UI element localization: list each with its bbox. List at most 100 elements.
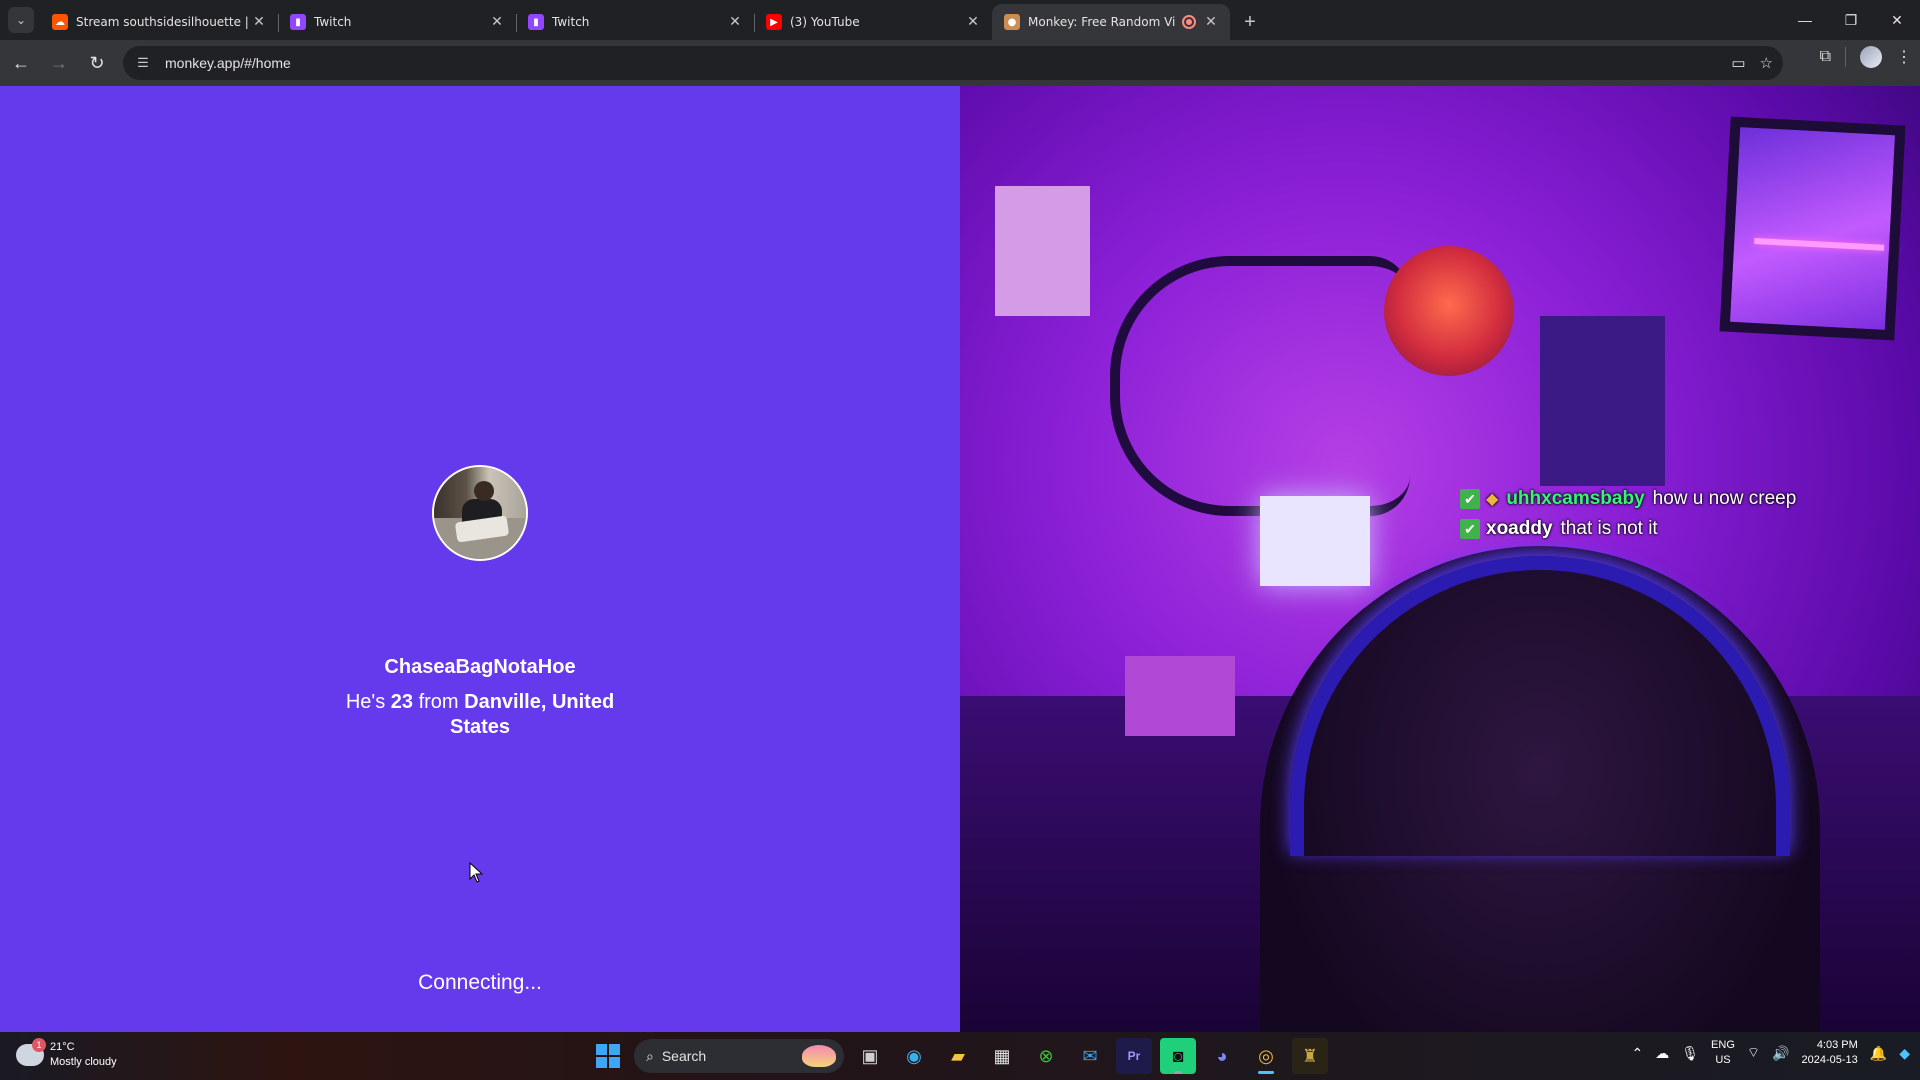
weather-badge: 1 — [32, 1038, 46, 1052]
chat-overlay: ✔ ◆ uhhxcamsbaby how u now creep ✔ xoadd… — [1460, 484, 1796, 544]
close-icon[interactable]: ✕ — [488, 13, 506, 31]
streaming-app-icon[interactable]: ◙ — [1160, 1038, 1196, 1074]
language-indicator[interactable]: ENG US — [1711, 1038, 1735, 1068]
match-avatar — [432, 465, 528, 561]
weather-temp: 21°C — [50, 1041, 75, 1053]
search-label: Search — [661, 1048, 707, 1064]
menu-kebab-icon[interactable]: ⋮ — [1896, 47, 1912, 67]
profile-avatar-icon[interactable] — [1860, 46, 1882, 68]
close-icon[interactable]: ✕ — [964, 13, 982, 31]
camera-in-use-icon[interactable]: ▭ — [1731, 54, 1745, 72]
tab-title: (3) YouTube — [790, 15, 860, 29]
diamond-badge-icon: ◆ — [1486, 491, 1499, 508]
volume-icon[interactable]: 🔊 — [1772, 1045, 1789, 1062]
soundcloud-icon: ☁ — [52, 14, 68, 30]
wall-poster — [995, 186, 1090, 316]
chat-username: xoaddy — [1486, 518, 1553, 539]
tab-monkey[interactable]: ● Monkey: Free Random Vide ✕ — [992, 4, 1230, 40]
discord-icon[interactable]: ◕ — [1204, 1038, 1240, 1074]
monkey-icon: ● — [1004, 14, 1020, 30]
lang-region: US — [1715, 1054, 1731, 1066]
background-monitor — [1260, 496, 1370, 586]
match-location-country: States — [449, 716, 511, 738]
url-text[interactable]: monkey.app/#/home — [165, 55, 291, 71]
search-highlight-icon — [802, 1045, 836, 1067]
search-icon: ⌕ — [646, 1047, 654, 1064]
system-tray: ⌃ ☁ 🎙 ENG US ⌔ 🔊 4:03 PM 2024-05-13 🔔 ◆ — [1632, 1038, 1910, 1068]
wall-shelf — [1110, 256, 1410, 516]
notification-bell-icon[interactable]: 🔔 — [1870, 1045, 1887, 1062]
tab-title: Stream southsidesilhouette | Li — [76, 15, 250, 29]
desc-from: from — [418, 691, 459, 713]
file-explorer-icon[interactable]: ▰ — [940, 1038, 976, 1074]
reload-icon[interactable]: ↻ — [80, 46, 114, 80]
chevron-up-icon[interactable]: ⌃ — [1632, 1045, 1644, 1062]
cloud-icon: 1 — [16, 1038, 46, 1066]
wall-poster — [1540, 316, 1665, 486]
weather-widget[interactable]: 1 21°C Mostly cloudy — [16, 1038, 117, 1070]
bookmark-star-icon[interactable]: ☆ — [1760, 54, 1773, 72]
tab-twitch-2[interactable]: ▮ Twitch ✕ — [516, 4, 754, 40]
close-icon[interactable]: ✕ — [250, 13, 268, 31]
youtube-icon: ▶ — [766, 14, 782, 30]
minimize-icon[interactable]: — — [1782, 0, 1828, 40]
tab-search-icon[interactable]: ⌄ — [8, 7, 34, 33]
tab-title: Twitch — [314, 15, 352, 29]
xbox-icon[interactable]: ⊗ — [1028, 1038, 1064, 1074]
weather-desc: Mostly cloudy — [50, 1056, 117, 1068]
chrome-icon[interactable]: ◎ — [1248, 1038, 1284, 1074]
headset — [1290, 556, 1790, 856]
tab-soundcloud[interactable]: ☁ Stream southsidesilhouette | Li ✕ — [40, 4, 278, 40]
close-window-icon[interactable]: ✕ — [1874, 0, 1920, 40]
address-bar[interactable]: ☰ monkey.app/#/home ▭ ☆ — [123, 46, 1783, 80]
check-badge-icon: ✔ — [1460, 519, 1480, 539]
microphone-icon[interactable]: 🎙 — [1681, 1045, 1699, 1062]
premiere-icon[interactable]: Pr — [1116, 1038, 1152, 1074]
chat-message: ✔ ◆ uhhxcamsbaby how u now creep — [1460, 484, 1796, 514]
mail-icon[interactable]: ✉ — [1072, 1038, 1108, 1074]
chat-text: how u now creep — [1652, 488, 1797, 509]
match-description: He's 23 from Danville, United States — [320, 690, 640, 740]
wall-frame — [1719, 116, 1906, 341]
taskbar-apps: ⌕ Search ▣ ◉ ▰ ▦ ⊗ ✉ Pr ◙ ◕ ◎ ♜ — [590, 1038, 1328, 1074]
task-view-icon[interactable]: ▣ — [852, 1038, 888, 1074]
new-tab-icon[interactable]: + — [1236, 8, 1264, 36]
lang-code: ENG — [1711, 1039, 1735, 1051]
onedrive-icon[interactable]: ☁ — [1655, 1045, 1669, 1062]
toolbar-divider — [1845, 47, 1846, 67]
chat-username: uhhxcamsbaby — [1506, 488, 1645, 509]
desc-prefix: He's — [345, 691, 386, 713]
match-username: ChaseaBagNotaHoe — [384, 656, 576, 678]
restore-icon[interactable]: ❐ — [1828, 0, 1874, 40]
twitch-icon: ▮ — [528, 14, 544, 30]
tab-youtube[interactable]: ▶ (3) YouTube ✕ — [754, 4, 992, 40]
store-icon[interactable]: ▦ — [984, 1038, 1020, 1074]
extensions-icon[interactable]: ⧉ — [1820, 48, 1831, 66]
recording-icon — [1182, 15, 1196, 29]
twitch-icon: ▮ — [290, 14, 306, 30]
match-age: 23 — [390, 691, 414, 713]
close-icon[interactable]: ✕ — [1202, 13, 1220, 31]
desk-artwork — [1125, 656, 1235, 736]
start-icon[interactable] — [590, 1038, 626, 1074]
clock-date: 2024-05-13 — [1801, 1054, 1858, 1066]
wifi-icon[interactable]: ⌔ — [1747, 1044, 1760, 1062]
clock[interactable]: 4:03 PM 2024-05-13 — [1802, 1038, 1858, 1068]
close-icon[interactable]: ✕ — [726, 13, 744, 31]
windows-taskbar: 1 21°C Mostly cloudy ⌕ Search ▣ ◉ ▰ ▦ ⊗ … — [0, 1032, 1920, 1080]
tab-title: Twitch — [552, 15, 590, 29]
match-pane: ChaseaBagNotaHoe He's 23 from Danville, … — [0, 86, 960, 1032]
site-info-icon[interactable]: ☰ — [131, 51, 155, 75]
match-location: Danville, United — [464, 691, 615, 713]
taskbar-search[interactable]: ⌕ Search — [634, 1039, 844, 1073]
copilot-icon[interactable]: ◆ — [1899, 1045, 1910, 1062]
edge-icon[interactable]: ◉ — [896, 1038, 932, 1074]
plush-toy — [1384, 246, 1514, 376]
game-app-icon[interactable]: ♜ — [1292, 1038, 1328, 1074]
window-controls: — ❐ ✕ — [1782, 0, 1920, 40]
tab-twitch-1[interactable]: ▮ Twitch ✕ — [278, 4, 516, 40]
chat-text: that is not it — [1560, 518, 1658, 539]
page-content: ChaseaBagNotaHoe He's 23 from Danville, … — [0, 86, 1920, 1032]
back-icon[interactable]: ← — [4, 46, 38, 80]
forward-icon[interactable]: → — [42, 46, 76, 80]
